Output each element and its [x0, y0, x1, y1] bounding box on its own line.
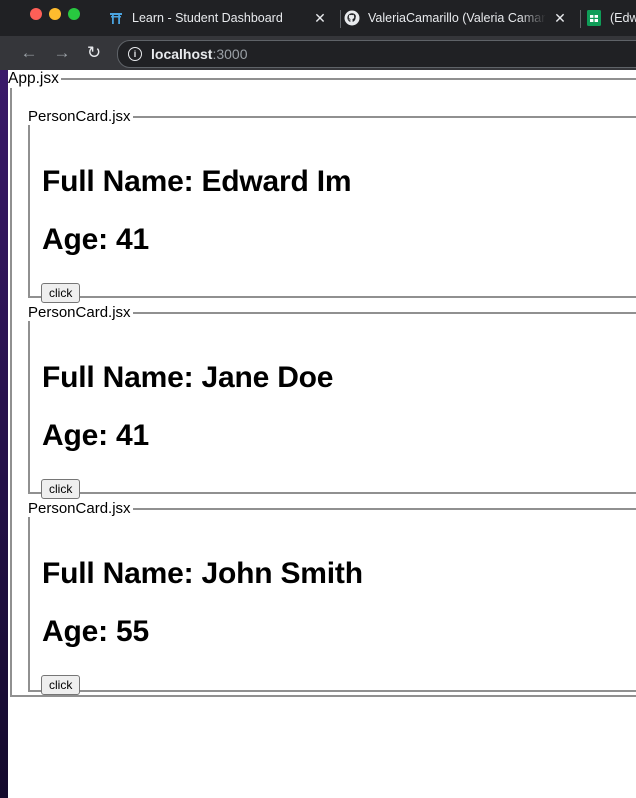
learn-torii-icon [108, 10, 124, 26]
app-legend: App.jsx [8, 70, 59, 87]
tab-github-profile[interactable]: ValeriaCamarillo (Valeria Camarillo) ✕ [344, 4, 578, 32]
click-button[interactable]: click [41, 479, 81, 499]
browser-toolbar: ← → ↻ i localhost :3000 [0, 36, 636, 70]
url-host: localhost [151, 46, 213, 62]
page-viewport: App.jsx PersonCard.jsx Full Name: Edward… [8, 70, 636, 798]
address-bar[interactable]: i localhost :3000 [117, 40, 636, 68]
click-button[interactable]: click [41, 675, 81, 695]
tab-separator [580, 10, 581, 28]
tab-google-sheet[interactable]: (Edw [586, 4, 636, 32]
tab-learn-dashboard[interactable]: Learn - Student Dashboard ✕ [108, 4, 338, 32]
person-age: Age: 41 [42, 223, 149, 256]
tab-title: ValeriaCamarillo (Valeria Camarillo) [368, 11, 546, 25]
person-card: PersonCard.jsx Full Name: John Smith Age… [28, 500, 636, 695]
forward-arrow-icon[interactable]: → [52, 43, 72, 63]
tab-separator [340, 10, 341, 28]
google-sheets-icon [586, 10, 602, 26]
tab-title: Learn - Student Dashboard [132, 11, 283, 25]
app-fieldset: App.jsx PersonCard.jsx Full Name: Edward… [8, 70, 636, 697]
person-card: PersonCard.jsx Full Name: Jane Doe Age: … [28, 304, 636, 499]
close-tab-icon[interactable]: ✕ [552, 10, 568, 27]
close-window-button[interactable] [30, 8, 42, 20]
close-tab-icon[interactable]: ✕ [312, 10, 328, 27]
person-full-name: Full Name: John Smith [42, 557, 363, 590]
tab-title: (Edw [610, 11, 636, 25]
back-arrow-icon[interactable]: ← [19, 43, 39, 63]
person-card: PersonCard.jsx Full Name: Edward Im Age:… [28, 108, 636, 303]
click-button[interactable]: click [41, 283, 81, 303]
person-card-legend: PersonCard.jsx [28, 108, 131, 125]
person-full-name: Full Name: Edward Im [42, 165, 352, 198]
url-port: :3000 [212, 46, 248, 62]
site-info-icon[interactable]: i [128, 47, 142, 61]
github-icon [344, 10, 360, 26]
desktop-wallpaper [0, 68, 8, 798]
person-age: Age: 55 [42, 615, 149, 648]
person-card-legend: PersonCard.jsx [28, 304, 131, 321]
person-full-name: Full Name: Jane Doe [42, 361, 334, 394]
person-age: Age: 41 [42, 419, 149, 452]
person-card-legend: PersonCard.jsx [28, 500, 131, 517]
minimize-window-button[interactable] [49, 8, 61, 20]
maximize-window-button[interactable] [68, 8, 80, 20]
reload-icon[interactable]: ↻ [84, 43, 104, 63]
browser-tab-bar: Learn - Student Dashboard ✕ ValeriaCamar… [0, 0, 636, 36]
